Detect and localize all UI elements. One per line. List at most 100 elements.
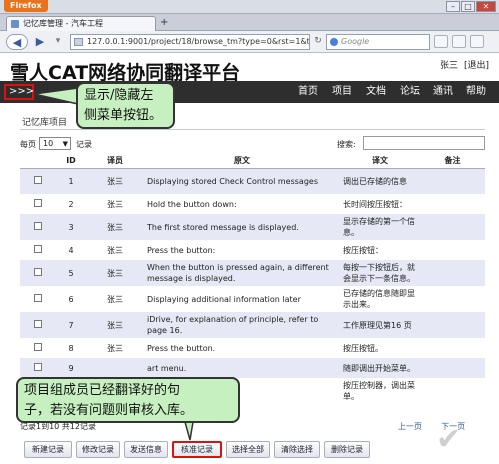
cell-source: Hold the button down:: [144, 194, 340, 214]
bookmark-icon[interactable]: [452, 35, 466, 48]
row-checkbox[interactable]: [34, 198, 42, 207]
reload-icon[interactable]: ↻: [312, 34, 324, 50]
browser-window: Firefox – □ ✕ 记忆库管理 - 汽车工程 + ◀ ▶ ▾ 127.0…: [0, 0, 499, 464]
cell-id: 6: [56, 286, 86, 312]
title-bar: Firefox – □ ✕: [0, 0, 499, 14]
table-row[interactable]: 6 张三 Displaying additional information l…: [20, 286, 485, 312]
table-row[interactable]: 7 张三 iDrive, for explanation of principl…: [20, 312, 485, 338]
cell-target: 每按一下按钮后，就会显示下一条信息。: [340, 260, 420, 286]
row-checkbox[interactable]: [34, 342, 42, 351]
menu-item-projects[interactable]: 项目: [332, 85, 352, 99]
back-button[interactable]: ◀: [6, 34, 28, 50]
clear-selection-button[interactable]: 清除选择: [274, 441, 320, 458]
cell-note: [420, 214, 485, 240]
dropdown-history-icon[interactable]: ▾: [50, 34, 66, 50]
row-checkbox[interactable]: [34, 221, 42, 230]
chevron-down-icon: ▼: [62, 140, 68, 148]
row-checkbox[interactable]: [34, 175, 42, 184]
page-favicon-icon: [11, 20, 19, 28]
menu-item-forum[interactable]: 论坛: [400, 85, 420, 99]
approve-record-button[interactable]: 核准记录: [172, 441, 222, 458]
site-identity-icon: [74, 38, 83, 46]
close-window-button[interactable]: ✕: [476, 1, 496, 12]
memory-table: ID 译员 原文 译文 备注 1 张三 Displaying stored Ch…: [20, 154, 485, 404]
current-user: 张三: [440, 61, 459, 71]
row-checkbox[interactable]: [34, 244, 42, 253]
top-callout-line1: 显示/隐藏左: [84, 88, 154, 103]
cell-source: Press the button.: [144, 338, 340, 358]
cell-translator: 张三: [86, 168, 144, 194]
search-engine-box[interactable]: Google: [326, 34, 430, 50]
per-page-value: 10: [43, 139, 54, 148]
table-row[interactable]: 5 张三 When the button is pressed again, a…: [20, 260, 485, 286]
row-checkbox[interactable]: [34, 362, 42, 371]
row-checkbox[interactable]: [34, 267, 42, 276]
col-note-header[interactable]: 备注: [420, 154, 485, 169]
bottom-callout-line1: 项目组成员已经翻译好的句: [24, 383, 181, 398]
maximize-button[interactable]: □: [461, 1, 475, 12]
cell-note: [420, 338, 485, 358]
cell-target: 已存储的信息随即显示出来。: [340, 286, 420, 312]
tab-title: 记忆库管理 - 汽车工程: [23, 19, 103, 28]
cell-source: When the button is pressed again, a diff…: [144, 260, 340, 286]
row-checkbox[interactable]: [34, 293, 42, 302]
send-message-button[interactable]: 发送信息: [124, 441, 168, 458]
logout-link[interactable]: [退出]: [464, 58, 489, 71]
per-page-select[interactable]: 10 ▼: [39, 137, 71, 150]
downloads-icon[interactable]: [470, 35, 484, 48]
toggle-sidebar-button[interactable]: >>>: [4, 84, 34, 100]
select-all-button[interactable]: 选择全部: [226, 441, 270, 458]
cell-id: 9: [56, 358, 86, 378]
forward-button[interactable]: ▶: [32, 34, 48, 50]
col-target-header[interactable]: 译文: [340, 154, 420, 169]
cell-source: Displaying additional information later: [144, 286, 340, 312]
url-bar[interactable]: 127.0.0.1:9001/project/18/browse_tm?type…: [70, 34, 310, 50]
col-id-header[interactable]: ID: [56, 154, 86, 169]
cell-note: [420, 312, 485, 338]
navigation-bar: ◀ ▶ ▾ 127.0.0.1:9001/project/18/browse_t…: [0, 31, 499, 53]
row-checkbox[interactable]: [34, 319, 42, 328]
menu-item-home[interactable]: 首页: [298, 85, 318, 99]
records-label: 记录: [76, 140, 92, 149]
home-icon[interactable]: [434, 35, 448, 48]
cell-translator: 张三: [86, 240, 144, 260]
cell-id: 5: [56, 260, 86, 286]
table-row[interactable]: 3 张三 The first stored message is display…: [20, 214, 485, 240]
delete-record-button[interactable]: 删除记录: [324, 441, 370, 458]
cell-translator: 张三: [86, 214, 144, 240]
cell-source: Displaying stored Check Control messages: [144, 168, 340, 194]
cell-target: 长时间按压按钮：: [340, 194, 420, 214]
menu-item-documents[interactable]: 文档: [366, 85, 386, 99]
new-record-button[interactable]: 新建记录: [24, 441, 72, 458]
table-row[interactable]: 4 张三 Press the button: 按压按钮：: [20, 240, 485, 260]
cell-target: 随即调出开始菜单。: [340, 358, 420, 378]
top-callout-line2: 侧菜单按钮。: [84, 108, 163, 123]
search-label: 搜索:: [337, 140, 356, 149]
col-translator-header[interactable]: 译员: [86, 154, 144, 169]
menu-item-help[interactable]: 帮助: [466, 85, 486, 99]
edit-record-button[interactable]: 修改记录: [76, 441, 120, 458]
col-source-header[interactable]: 原文: [144, 154, 340, 169]
cell-source: The first stored message is displayed.: [144, 214, 340, 240]
firefox-menu-button[interactable]: Firefox: [4, 0, 48, 12]
cell-note: [420, 240, 485, 260]
table-row[interactable]: 1 张三 Displaying stored Check Control mes…: [20, 168, 485, 194]
table-row[interactable]: 9 art menu. 随即调出开始菜单。: [20, 358, 485, 378]
prev-page-link[interactable]: 上一页: [398, 422, 422, 431]
cell-translator: 张三: [86, 312, 144, 338]
cell-note: [420, 286, 485, 312]
menu-item-messages[interactable]: 通讯: [433, 85, 453, 99]
section-divider: [20, 129, 485, 130]
browser-tab[interactable]: 记忆库管理 - 汽车工程: [6, 16, 156, 31]
url-text: 127.0.0.1:9001/project/18/browse_tm?type…: [87, 37, 310, 46]
site-header: 雪人CAT网络协同翻译平台 张三 [退出]: [0, 53, 499, 84]
search-input[interactable]: [363, 136, 485, 150]
table-row[interactable]: 8 张三 Press the button. 按压按钮。: [20, 338, 485, 358]
tab-bar: 记忆库管理 - 汽车工程 +: [0, 14, 499, 31]
table-body: 1 张三 Displaying stored Check Control mes…: [20, 168, 485, 404]
minimize-button[interactable]: –: [446, 1, 460, 12]
new-tab-button[interactable]: +: [160, 18, 168, 28]
table-row[interactable]: 2 张三 Hold the button down: 长时间按压按钮：: [20, 194, 485, 214]
cell-note: [420, 194, 485, 214]
cell-note: [420, 378, 485, 404]
